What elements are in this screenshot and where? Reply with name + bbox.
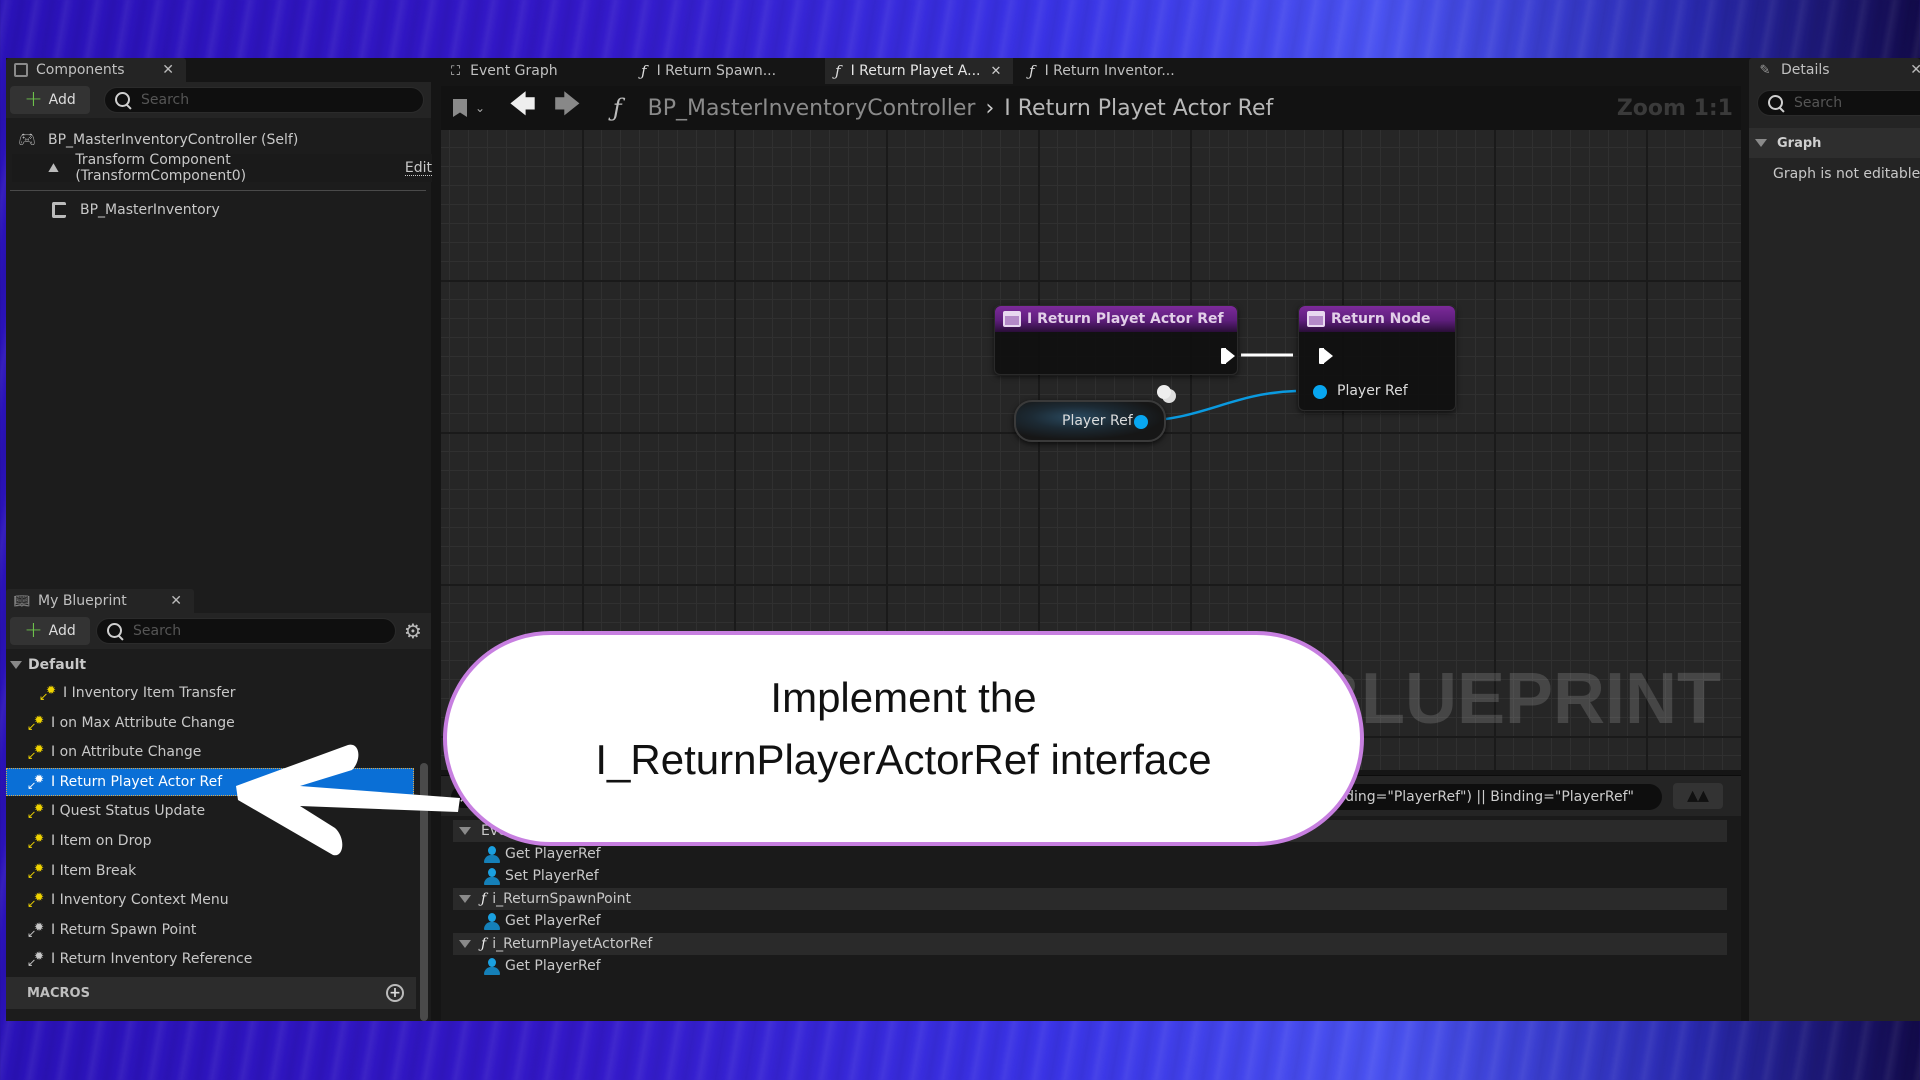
annotation-arrow-icon <box>236 744 460 856</box>
annotation-arrow-layer <box>236 744 460 856</box>
callout-line-1: Implement the <box>770 673 1037 721</box>
callout-bubble: Implement the I_ReturnPlayerActorRef int… <box>443 631 1364 846</box>
callout-line-2: I_ReturnPlayerActorRef interface <box>595 735 1212 783</box>
